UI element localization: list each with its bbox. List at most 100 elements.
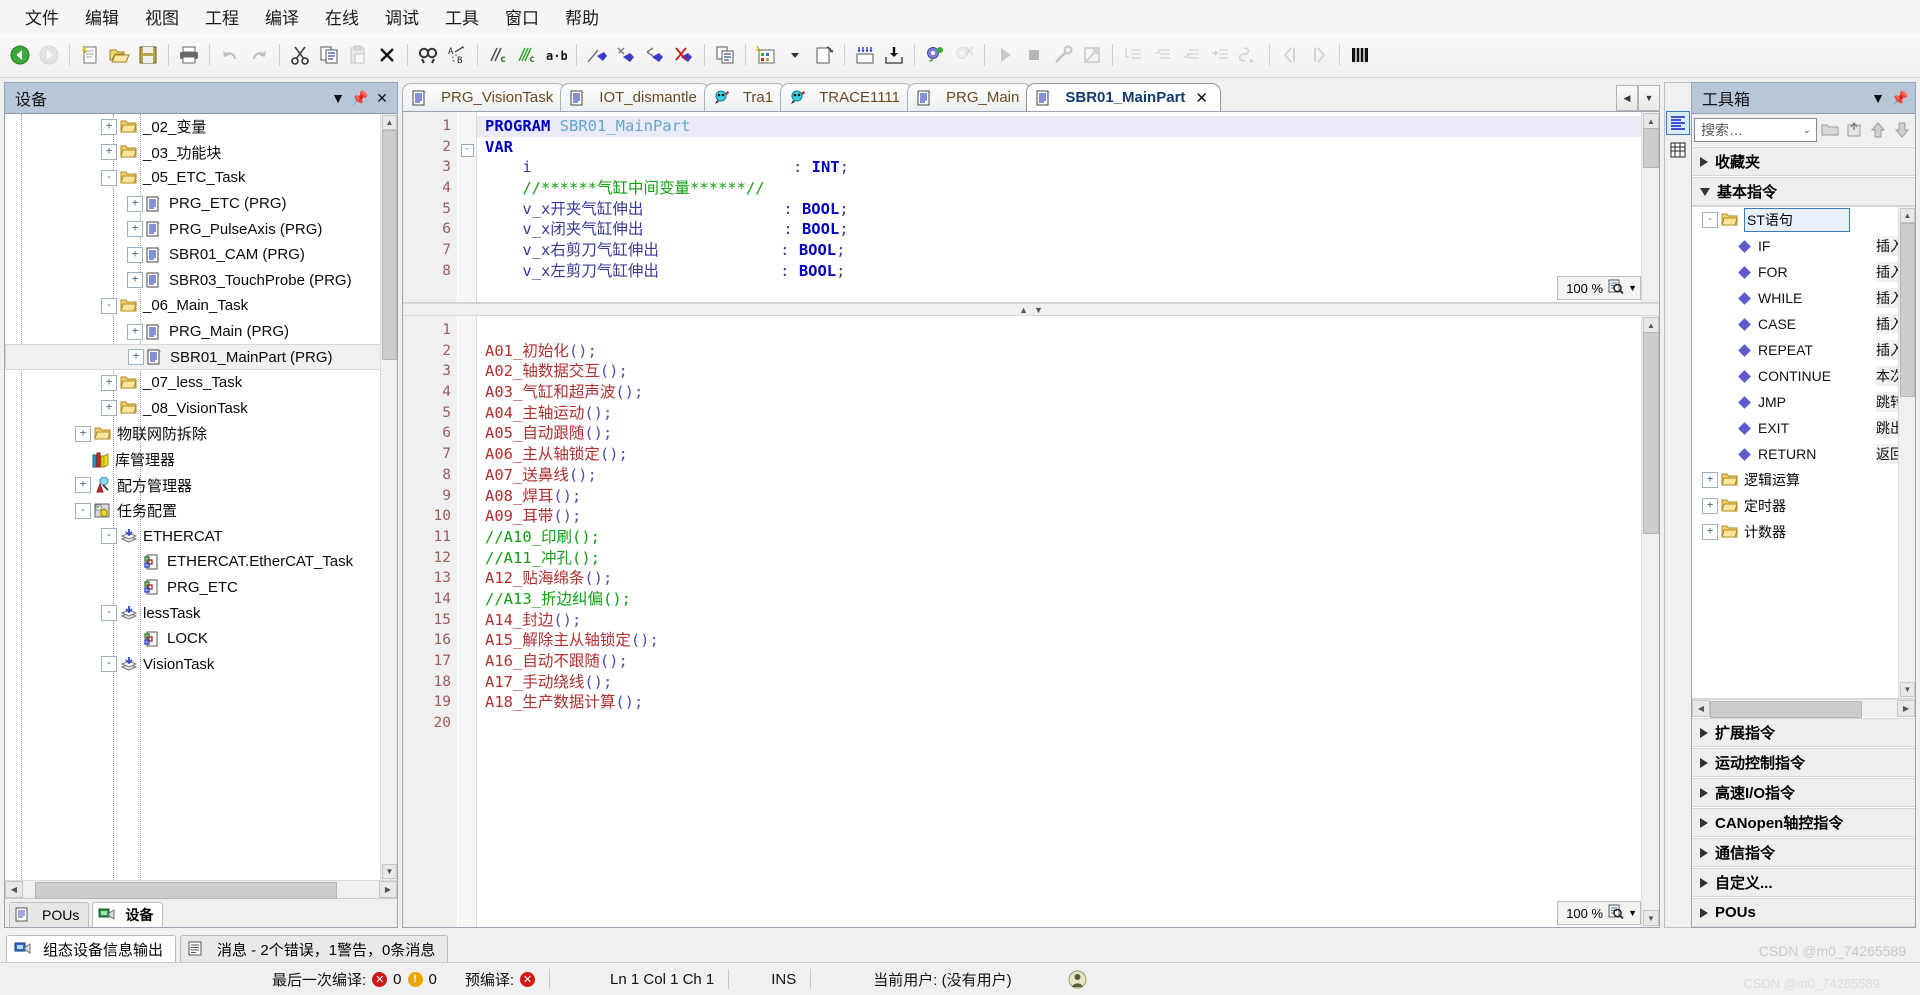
implementation-code-line[interactable]: //A13_折边纠偏(); bbox=[477, 589, 1659, 610]
devices-hscroll-track[interactable] bbox=[23, 882, 379, 899]
move-down-icon[interactable] bbox=[1891, 119, 1913, 141]
scroll-up-icon[interactable]: ▲ bbox=[382, 115, 397, 130]
tree-item[interactable]: + PRG_Main (PRG) bbox=[5, 319, 397, 345]
editor-tab-2[interactable]: Tra1 bbox=[703, 83, 787, 111]
new-file-icon[interactable] bbox=[76, 41, 104, 69]
tree-item[interactable]: - _06_Main_Task bbox=[5, 293, 397, 319]
expand-icon[interactable]: + bbox=[1702, 472, 1718, 488]
open-folder-icon[interactable] bbox=[105, 41, 133, 69]
declaration-code[interactable]: PROGRAM SBR01_MainPart VAR i : INT; //***… bbox=[477, 112, 1659, 302]
expand-icon[interactable]: + bbox=[101, 144, 117, 161]
move-up-icon[interactable] bbox=[1867, 119, 1889, 141]
expand-icon[interactable]: + bbox=[128, 349, 144, 366]
collapse-icon[interactable]: - bbox=[1702, 212, 1718, 228]
paste-icon[interactable] bbox=[344, 41, 372, 69]
toolbox-icon[interactable] bbox=[1666, 111, 1690, 135]
declaration-vthumb[interactable] bbox=[1643, 128, 1659, 168]
expand-icon[interactable]: + bbox=[101, 118, 117, 135]
new-category-icon[interactable] bbox=[1843, 119, 1865, 141]
declaration-code-line[interactable]: PROGRAM SBR01_MainPart bbox=[477, 116, 1659, 137]
stop-icon[interactable] bbox=[1020, 41, 1048, 69]
toolbox-collapsed-group-6[interactable]: POUs bbox=[1692, 898, 1915, 927]
login-icon[interactable] bbox=[583, 41, 611, 69]
expand-icon[interactable]: + bbox=[127, 246, 143, 263]
scroll-up-icon[interactable]: ▲ bbox=[1643, 113, 1659, 129]
toolbox-instruction-3[interactable]: CASE插入 CASE选择语句 bbox=[1692, 311, 1915, 337]
menu-item-4[interactable]: 编译 bbox=[252, 1, 312, 32]
tree-item[interactable]: + _07_less_Task bbox=[5, 370, 397, 396]
toolbox-instruction-8[interactable]: RETURN返回(退出) bbox=[1692, 441, 1915, 467]
scroll-down-icon[interactable]: ▼ bbox=[1643, 910, 1659, 926]
grid-icon[interactable] bbox=[1346, 41, 1374, 69]
implementation-code-line[interactable]: A03_气缸和超声波(); bbox=[477, 382, 1659, 403]
close-icon[interactable]: ✕ bbox=[1195, 89, 1208, 107]
tree-item[interactable]: + PRG_PulseAxis (PRG) bbox=[5, 216, 397, 242]
implementation-code-line[interactable]: A14_封边(); bbox=[477, 610, 1659, 631]
delete-icon[interactable] bbox=[373, 41, 401, 69]
toolbox-instruction-1[interactable]: FOR插入 FOR循环语句 bbox=[1692, 259, 1915, 285]
expand-icon[interactable]: + bbox=[127, 323, 143, 340]
toolbox-instruction-2[interactable]: WHILE插入 WHILE循环语句 bbox=[1692, 285, 1915, 311]
toolbox-subgroup-0[interactable]: + 逻辑运算 bbox=[1692, 467, 1915, 493]
toolbox-collapsed-group-1[interactable]: 运动控制指令 bbox=[1692, 748, 1915, 777]
expand-icon[interactable]: + bbox=[1702, 498, 1718, 514]
collapse-icon[interactable]: - bbox=[101, 656, 117, 673]
toolbox-collapsed-group-4[interactable]: 通信指令 bbox=[1692, 838, 1915, 867]
implementation-code-line[interactable]: A06_主从轴锁定(); bbox=[477, 444, 1659, 465]
devices-tree-hscrollbar[interactable]: ◀ ▶ bbox=[5, 880, 397, 899]
tree-item[interactable]: 库管理器 bbox=[5, 447, 397, 473]
pin-icon[interactable]: 📌 bbox=[349, 87, 371, 109]
tree-item[interactable]: - lessTask bbox=[5, 600, 397, 626]
dropdown-icon[interactable] bbox=[781, 41, 809, 69]
search-input[interactable]: 搜索… ⌄ bbox=[1694, 118, 1817, 142]
declaration-code-line[interactable]: v_x开夹气缸伸出 : BOOL; bbox=[477, 199, 1659, 220]
indent3-icon[interactable] bbox=[1177, 41, 1205, 69]
wrench-icon[interactable] bbox=[1049, 41, 1077, 69]
bottom-tab-1[interactable]: 消息 - 2个错误，1警告，0条消息 bbox=[180, 935, 449, 962]
menu-item-3[interactable]: 工程 bbox=[192, 1, 252, 32]
menu-item-8[interactable]: 窗口 bbox=[492, 1, 552, 32]
replace-icon[interactable]: AB bbox=[443, 41, 471, 69]
scroll-down-icon[interactable]: ▼ bbox=[382, 864, 397, 879]
tree-item[interactable]: - ETHERCAT bbox=[5, 524, 397, 550]
fold-collapse-icon[interactable]: - bbox=[460, 143, 474, 157]
zoom-magnifier-icon[interactable] bbox=[1607, 903, 1624, 923]
upload-icon[interactable] bbox=[641, 41, 669, 69]
implementation-code-line[interactable]: A04_主轴运动(); bbox=[477, 403, 1659, 424]
cut-icon[interactable] bbox=[286, 41, 314, 69]
zoom-magnifier-icon[interactable] bbox=[1607, 278, 1624, 298]
implementation-code-line[interactable]: A08_焊耳(); bbox=[477, 486, 1659, 507]
toolbox-collapsed-group-3[interactable]: CANopen轴控指令 bbox=[1692, 808, 1915, 837]
declaration-zoom-control[interactable]: 100 % ▼ bbox=[1557, 276, 1641, 300]
toolbox-hscroll-thumb[interactable] bbox=[1710, 701, 1862, 718]
logout-icon[interactable] bbox=[670, 41, 698, 69]
toolbox-subgroup-1[interactable]: + 定时器 bbox=[1692, 493, 1915, 519]
toolbox-instruction-7[interactable]: EXIT跳出循环 bbox=[1692, 415, 1915, 441]
tree-item[interactable]: - 任务配置 bbox=[5, 498, 397, 524]
menu-item-1[interactable]: 编辑 bbox=[72, 1, 132, 32]
force-values-icon[interactable] bbox=[880, 41, 908, 69]
toolbox-collapsed-group-2[interactable]: 高速I/O指令 bbox=[1692, 778, 1915, 807]
copy-icon[interactable] bbox=[315, 41, 343, 69]
collapse-icon[interactable]: - bbox=[101, 528, 117, 545]
declaration-fold-column[interactable]: - bbox=[458, 112, 477, 302]
menu-item-5[interactable]: 在线 bbox=[312, 1, 372, 32]
toolbox-list-hscrollbar[interactable]: ◀ ▶ bbox=[1692, 699, 1915, 718]
expand-icon[interactable]: + bbox=[127, 272, 143, 289]
implementation-code-line[interactable]: A02_轴数据交互(); bbox=[477, 361, 1659, 382]
close-icon[interactable]: ✕ bbox=[371, 87, 393, 109]
tree-item[interactable]: - VisionTask bbox=[5, 651, 397, 677]
tree-item[interactable]: + 配方管理器 bbox=[5, 472, 397, 498]
indent2-icon[interactable] bbox=[1148, 41, 1176, 69]
toolbox-list-vscrollbar[interactable]: ▲ ▼ bbox=[1898, 207, 1915, 698]
chevron-down-icon[interactable]: ⌄ bbox=[1803, 125, 1816, 136]
declaration-vscrollbar[interactable]: ▲ bbox=[1641, 112, 1659, 302]
splitter-down-icon[interactable]: ▼ bbox=[1034, 305, 1043, 315]
write-values-icon[interactable] bbox=[851, 41, 879, 69]
implementation-code-line[interactable]: A15_解除主从轴锁定(); bbox=[477, 630, 1659, 651]
editor-tab-1[interactable]: IOT_dismantle bbox=[560, 83, 710, 111]
devices-hscroll-thumb[interactable] bbox=[35, 882, 337, 899]
jump-icon[interactable] bbox=[1235, 41, 1263, 69]
implementation-code-line[interactable]: A05_自动跟随(); bbox=[477, 423, 1659, 444]
devices-tab-1[interactable]: 设备 bbox=[92, 902, 164, 927]
